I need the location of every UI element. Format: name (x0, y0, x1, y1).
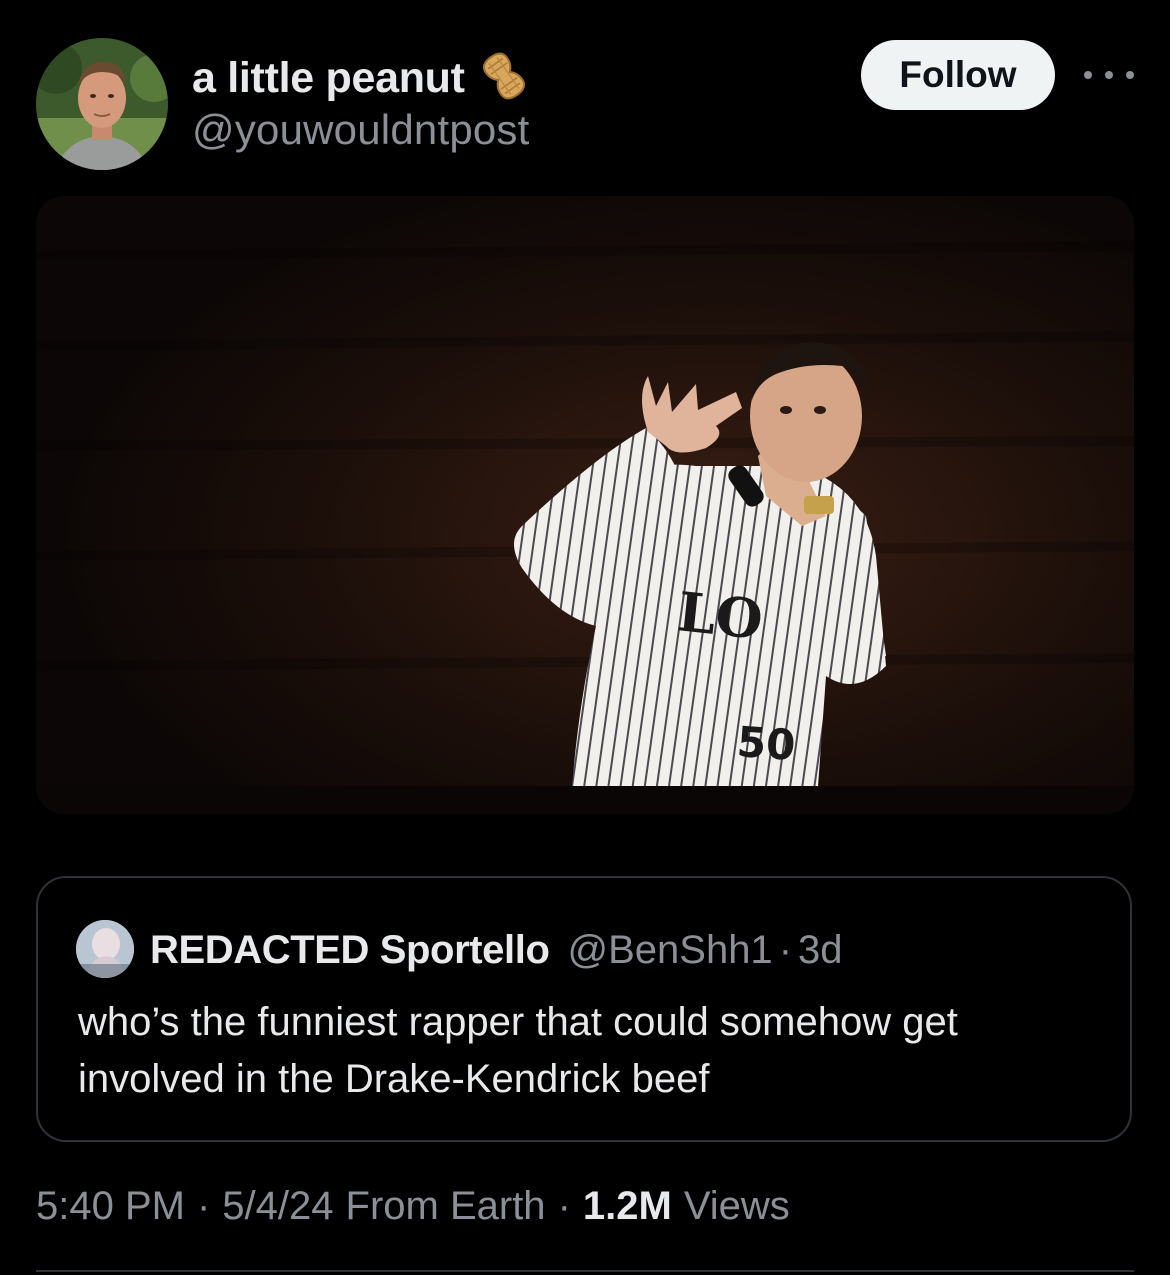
tweet-time[interactable]: 5:40 PM (36, 1184, 185, 1229)
author-display-name[interactable]: a little peanut (192, 54, 465, 103)
quoted-tweet-header: REDACTED Sportello @BenShh1 · 3d (150, 922, 843, 978)
quoted-tweet-time[interactable]: 3d (798, 928, 843, 973)
jersey-letters: LO (675, 579, 766, 652)
quoted-author-name[interactable]: REDACTED Sportello (150, 928, 550, 973)
author-avatar[interactable] (36, 38, 168, 170)
separator-dot: · (557, 1183, 571, 1228)
peanut-icon (477, 51, 531, 106)
more-horizontal-icon (1084, 71, 1092, 79)
quoted-author-handle[interactable]: @BenShh1 (567, 928, 772, 973)
tweet-meta: 5:40 PM · 5/4/24 From Earth · 1.2M Views (36, 1178, 790, 1234)
divider (36, 1270, 1134, 1272)
tweet-date[interactable]: 5/4/24 (222, 1184, 333, 1229)
more-horizontal-icon (1105, 71, 1113, 79)
tweet-source: From Earth (345, 1183, 546, 1228)
views-count[interactable]: 1.2M (583, 1184, 672, 1229)
author-handle[interactable]: @youwouldntpost (192, 106, 530, 154)
separator-dot: · (196, 1183, 211, 1228)
author-name-row[interactable]: a little peanut (192, 50, 531, 106)
follow-button[interactable]: Follow (861, 40, 1055, 110)
tweet-media-image[interactable]: LO 50 (36, 196, 1134, 814)
quoted-tweet-text: who’s the funniest rapper that could som… (78, 1000, 958, 1101)
views-label[interactable]: Views (684, 1184, 790, 1229)
jersey-number: 50 (735, 717, 797, 770)
more-options-button[interactable] (1084, 60, 1134, 90)
quoted-tweet-card[interactable]: REDACTED Sportello @BenShh1 · 3d who’s t… (36, 876, 1132, 1142)
more-horizontal-icon (1126, 71, 1134, 79)
separator-dot: · (778, 927, 793, 972)
quoted-author-avatar[interactable] (76, 920, 134, 978)
